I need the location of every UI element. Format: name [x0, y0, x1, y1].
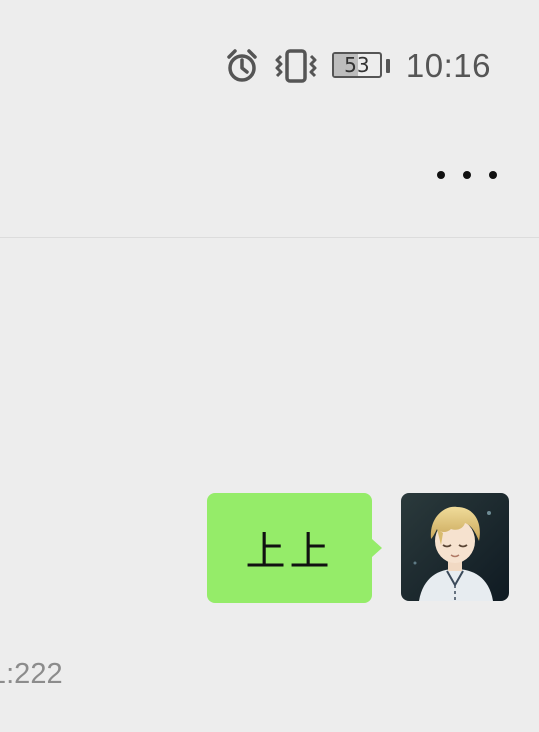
more-options-button[interactable] [437, 160, 497, 190]
chat-header [0, 132, 539, 238]
message-text: 上上 [245, 529, 334, 575]
status-icons: 53 10:16 [224, 46, 491, 86]
status-time: 10:16 [405, 47, 491, 84]
alarm-clock-icon [224, 48, 260, 84]
vibrate-icon [274, 48, 318, 84]
battery-icon: 53 [331, 52, 392, 80]
message-timestamp: 1:222 [0, 658, 63, 690]
status-bar: 53 10:16 [0, 0, 539, 132]
avatar[interactable] [401, 493, 509, 601]
more-dots-icon [463, 171, 471, 179]
battery-level-text: 53 [344, 53, 370, 77]
battery-cap [385, 59, 390, 73]
chat-message-list[interactable]: 上上:222 [0, 238, 539, 732]
message-bubble[interactable]: 上上 [207, 493, 382, 603]
more-dots-icon [437, 171, 445, 179]
more-dots-icon [489, 171, 497, 179]
